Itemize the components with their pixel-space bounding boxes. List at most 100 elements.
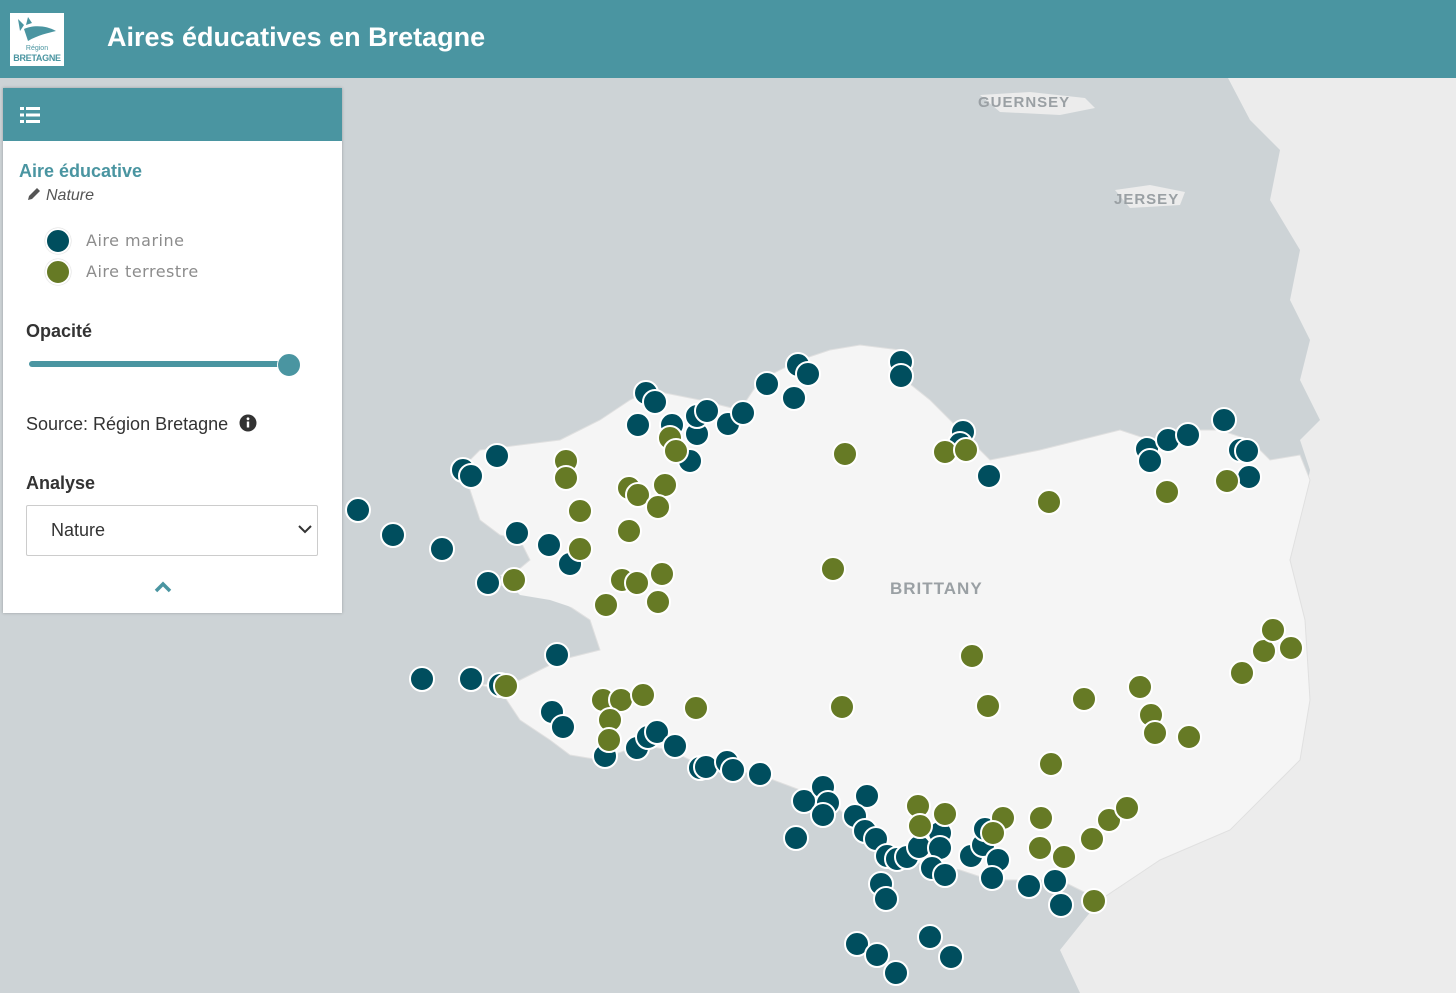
marker-aire-terrestre[interactable]: [663, 438, 689, 464]
marker-aire-marine[interactable]: [917, 924, 943, 950]
marker-aire-marine[interactable]: [1042, 868, 1068, 894]
marker-aire-marine[interactable]: [625, 412, 651, 438]
analyse-select-value: Nature: [51, 520, 106, 540]
marker-aire-marine[interactable]: [1236, 464, 1262, 490]
marker-aire-marine[interactable]: [1048, 892, 1074, 918]
marker-aire-marine[interactable]: [783, 825, 809, 851]
marker-aire-terrestre[interactable]: [645, 494, 671, 520]
marker-aire-marine[interactable]: [781, 385, 807, 411]
marker-aire-marine[interactable]: [1016, 873, 1042, 899]
marker-aire-terrestre[interactable]: [1214, 468, 1240, 494]
marker-aire-marine[interactable]: [883, 960, 909, 986]
marker-aire-terrestre[interactable]: [959, 643, 985, 669]
marker-aire-terrestre[interactable]: [1081, 888, 1107, 914]
marker-aire-terrestre[interactable]: [630, 682, 656, 708]
marker-aire-marine[interactable]: [550, 714, 576, 740]
marker-aire-marine[interactable]: [754, 371, 780, 397]
marker-aire-terrestre[interactable]: [1127, 674, 1153, 700]
marker-aire-terrestre[interactable]: [645, 589, 671, 615]
marker-aire-terrestre[interactable]: [980, 820, 1006, 846]
opacity-slider-track[interactable]: [29, 361, 291, 367]
marker-aire-marine[interactable]: [380, 522, 406, 548]
marker-aire-terrestre[interactable]: [1278, 635, 1304, 661]
list-icon[interactable]: [20, 106, 40, 124]
marker-aire-marine[interactable]: [409, 666, 435, 692]
marker-aire-marine[interactable]: [694, 398, 720, 424]
legend-label-terrestre: Aire terrestre: [86, 262, 199, 281]
marker-aire-terrestre[interactable]: [1071, 686, 1097, 712]
marker-aire-marine[interactable]: [345, 497, 371, 523]
layer-title: Aire éducative: [19, 161, 143, 181]
marker-aire-marine[interactable]: [504, 520, 530, 546]
marker-aire-marine[interactable]: [484, 443, 510, 469]
marker-aire-terrestre[interactable]: [567, 536, 593, 562]
marker-aire-marine[interactable]: [747, 761, 773, 787]
marker-aire-marine[interactable]: [795, 361, 821, 387]
marker-aire-terrestre[interactable]: [649, 561, 675, 587]
marker-aire-marine[interactable]: [662, 733, 688, 759]
marker-aire-marine[interactable]: [730, 400, 756, 426]
logo-text-region: Région: [25, 45, 49, 52]
marker-aire-marine[interactable]: [536, 532, 562, 558]
marker-aire-terrestre[interactable]: [553, 465, 579, 491]
marker-aire-terrestre[interactable]: [624, 570, 650, 596]
marker-aire-terrestre[interactable]: [1154, 479, 1180, 505]
marker-aire-terrestre[interactable]: [1142, 720, 1168, 746]
region-bretagne-logo[interactable]: Région BRETAGNE: [10, 13, 64, 66]
marker-aire-terrestre[interactable]: [596, 727, 622, 753]
marker-aire-marine[interactable]: [1175, 422, 1201, 448]
marker-aire-marine[interactable]: [873, 886, 899, 912]
marker-aire-marine[interactable]: [810, 802, 836, 828]
marker-aire-marine[interactable]: [458, 666, 484, 692]
logo-text-bretagne: BRETAGNE: [13, 53, 61, 63]
marker-aire-terrestre[interactable]: [1038, 751, 1064, 777]
marker-aire-terrestre[interactable]: [593, 592, 619, 618]
marker-aire-terrestre[interactable]: [1079, 826, 1105, 852]
analyse-label: Analyse: [26, 473, 96, 493]
marker-aire-terrestre[interactable]: [1114, 795, 1140, 821]
opacity-slider-thumb[interactable]: [277, 353, 301, 377]
marker-aire-terrestre[interactable]: [1036, 489, 1062, 515]
marker-aire-marine[interactable]: [693, 754, 719, 780]
marker-aire-terrestre[interactable]: [1051, 844, 1077, 870]
analyse-select[interactable]: Nature: [26, 505, 318, 556]
marker-aire-terrestre[interactable]: [567, 498, 593, 524]
marker-aire-marine[interactable]: [1211, 407, 1237, 433]
marker-aire-terrestre[interactable]: [820, 556, 846, 582]
marker-aire-marine[interactable]: [544, 642, 570, 668]
marker-aire-marine[interactable]: [932, 862, 958, 888]
theme-text: Nature: [46, 187, 95, 204]
marker-aire-terrestre[interactable]: [829, 694, 855, 720]
marker-aire-terrestre[interactable]: [832, 441, 858, 467]
info-icon[interactable]: [239, 414, 257, 432]
marker-aire-terrestre[interactable]: [1229, 660, 1255, 686]
marker-aire-terrestre[interactable]: [616, 518, 642, 544]
marker-aire-marine[interactable]: [1137, 448, 1163, 474]
marker-aire-terrestre[interactable]: [932, 801, 958, 827]
source-line: Source: Région Bretagne: [26, 414, 257, 435]
marker-aire-marine[interactable]: [864, 942, 890, 968]
marker-aire-terrestre[interactable]: [652, 472, 678, 498]
marker-aire-terrestre[interactable]: [907, 813, 933, 839]
marker-aire-marine[interactable]: [642, 389, 668, 415]
marker-aire-marine[interactable]: [1234, 438, 1260, 464]
chevron-up-icon[interactable]: [154, 581, 172, 593]
marker-aire-terrestre[interactable]: [975, 693, 1001, 719]
marker-aire-terrestre[interactable]: [1028, 805, 1054, 831]
marker-aire-marine[interactable]: [429, 536, 455, 562]
marker-aire-marine[interactable]: [976, 463, 1002, 489]
marker-aire-terrestre[interactable]: [501, 567, 527, 593]
marker-aire-marine[interactable]: [979, 865, 1005, 891]
marker-aire-terrestre[interactable]: [1027, 835, 1053, 861]
marker-aire-terrestre[interactable]: [1176, 724, 1202, 750]
marker-aire-terrestre[interactable]: [493, 673, 519, 699]
chevron-down-icon: [298, 525, 312, 534]
marker-aire-terrestre[interactable]: [683, 695, 709, 721]
marker-aire-marine[interactable]: [475, 570, 501, 596]
marker-aire-terrestre[interactable]: [953, 437, 979, 463]
marker-aire-marine[interactable]: [938, 944, 964, 970]
marker-aire-marine[interactable]: [458, 463, 484, 489]
marker-aire-marine[interactable]: [720, 757, 746, 783]
marker-aire-marine[interactable]: [888, 363, 914, 389]
marker-aire-terrestre[interactable]: [1260, 617, 1286, 643]
